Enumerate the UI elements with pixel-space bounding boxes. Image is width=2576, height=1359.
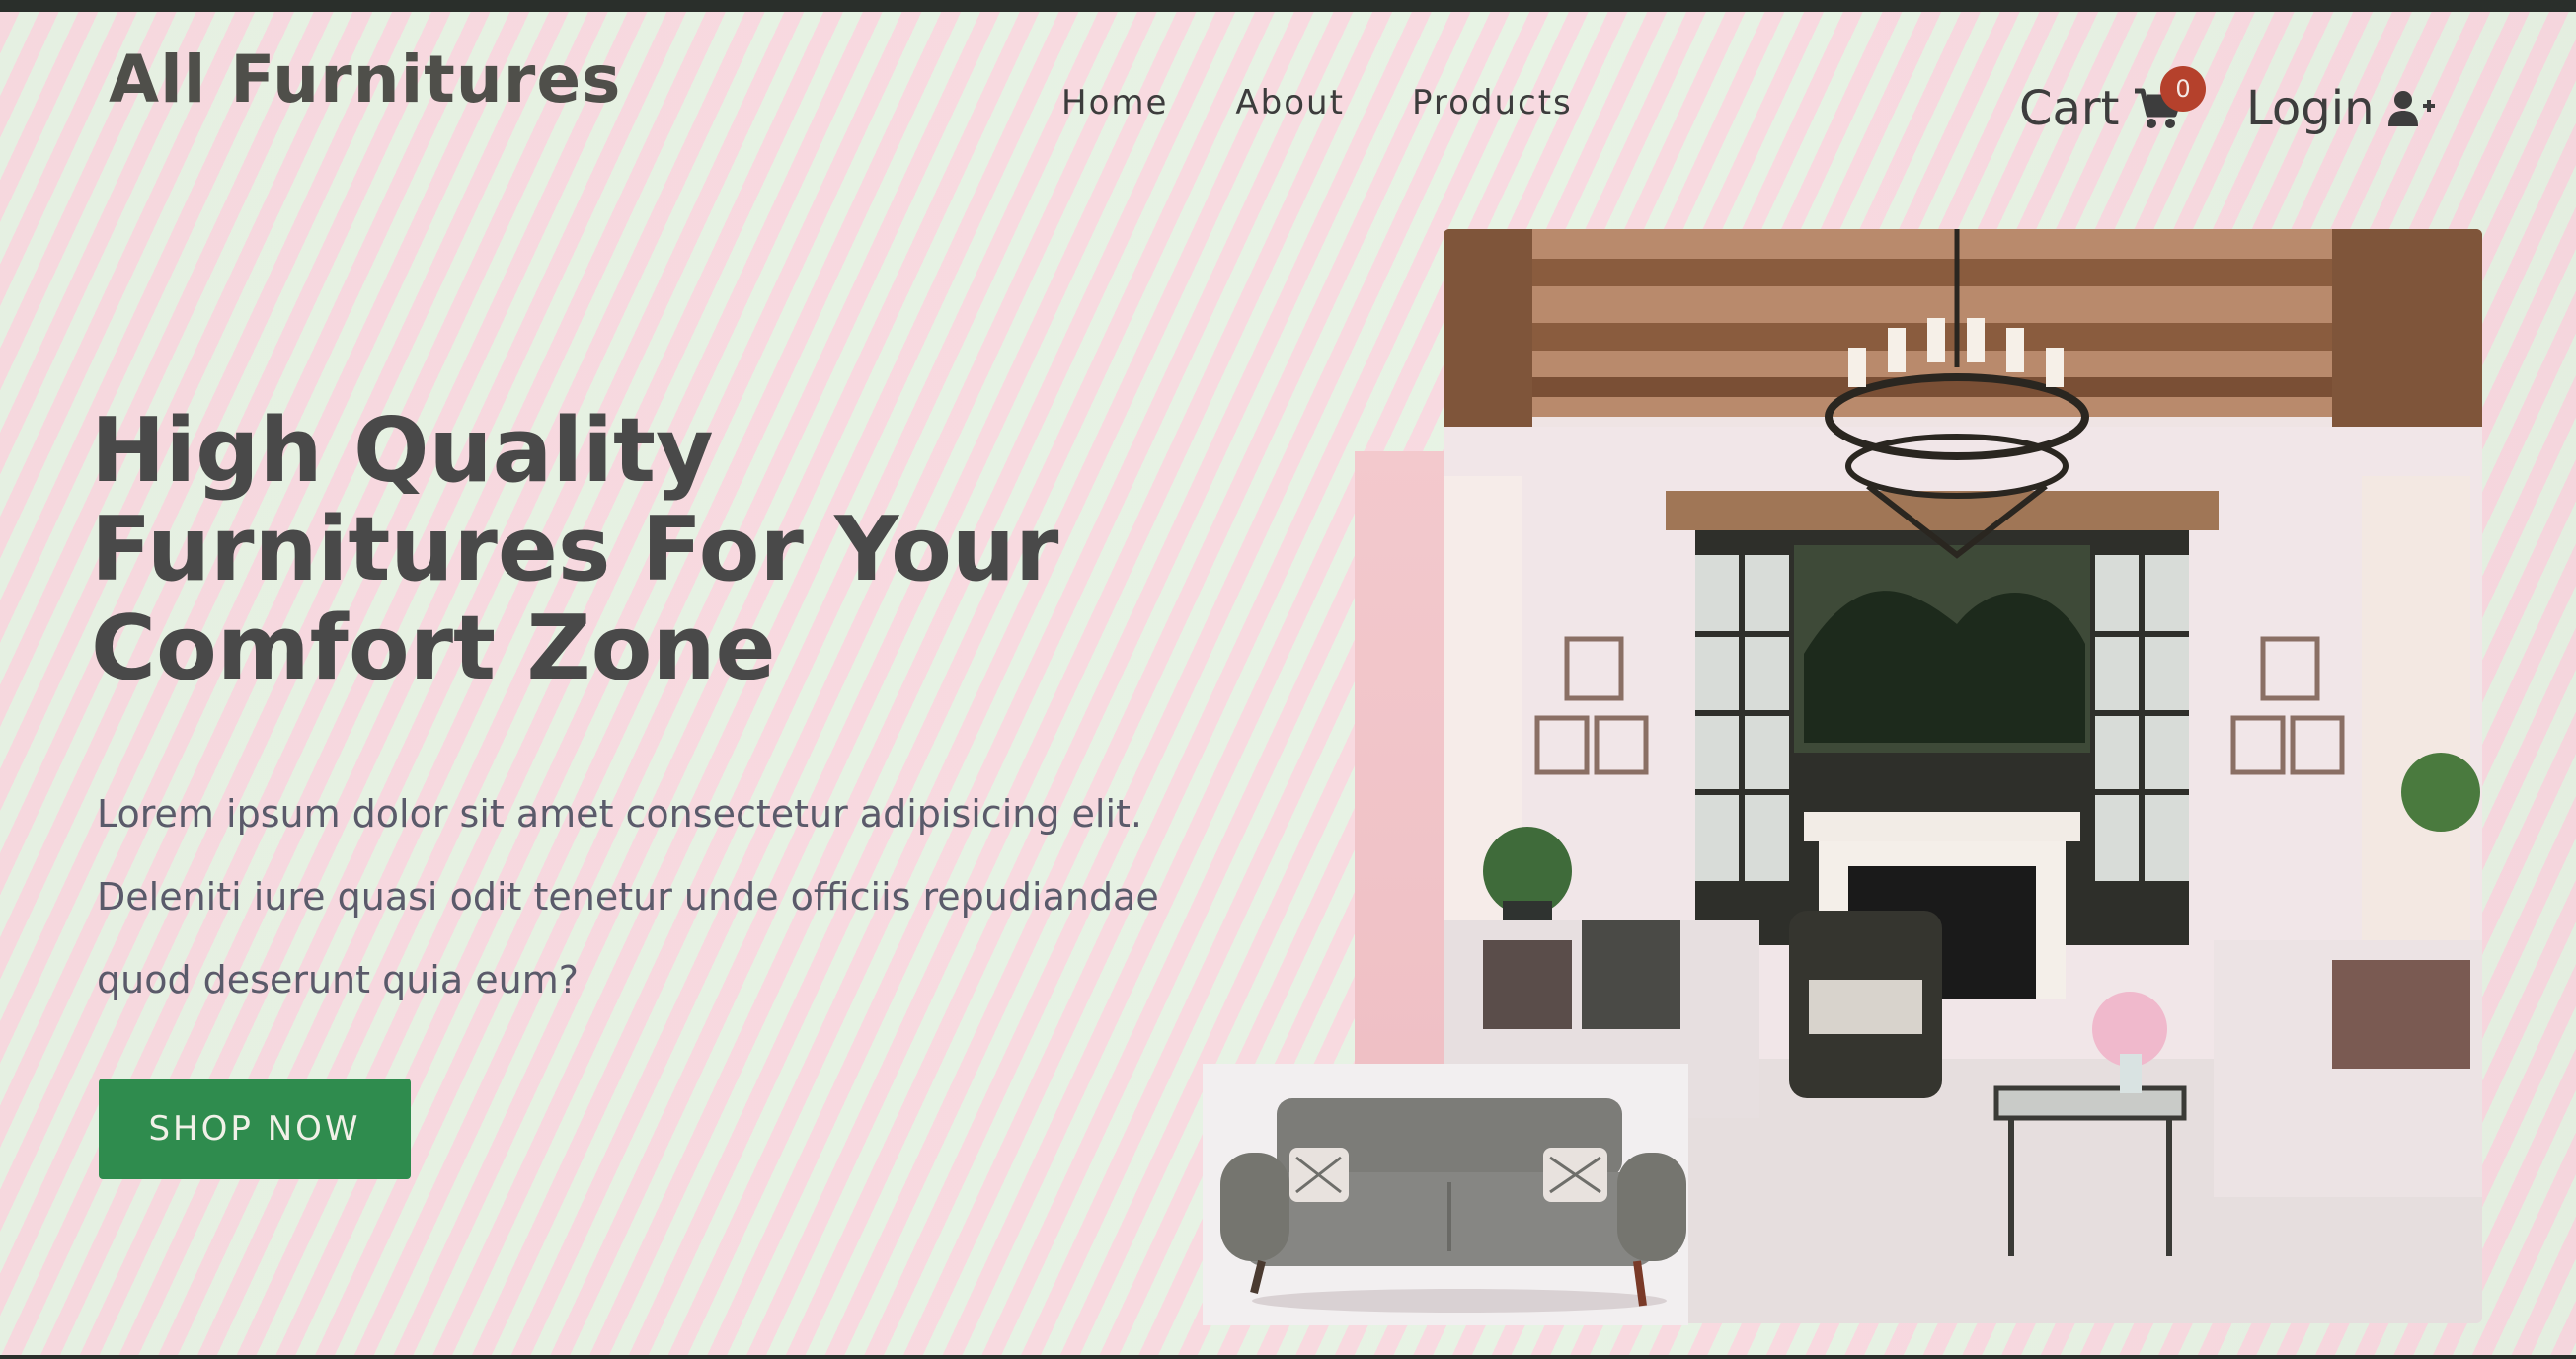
cart-count-badge: 0 (2160, 66, 2206, 112)
login-link[interactable]: Login (2246, 81, 2436, 136)
hero-title: High Quality Furnitures For Your Comfort… (91, 402, 1177, 698)
nav-home[interactable]: Home (1061, 83, 1168, 122)
sofa-image (1203, 1064, 1688, 1325)
hero-text-line: quod deserunt quia eum? (97, 958, 579, 1001)
hero-title-line: High Quality (91, 399, 714, 503)
main-nav: Home About Products (1061, 83, 1573, 122)
cart-label: Cart (2019, 81, 2120, 136)
hero-text-line: Deleniti iure quasi odit tenetur unde of… (97, 875, 1159, 919)
brand-logo[interactable]: All Furnitures (109, 41, 621, 118)
browser-viewport: All Furnitures Home About Products Cart … (0, 12, 2576, 1355)
login-label: Login (2246, 81, 2375, 136)
sofa-card (1203, 1064, 1688, 1325)
hero-text-line: Lorem ipsum dolor sit amet consectetur a… (97, 792, 1143, 836)
shop-now-button[interactable]: SHOP NOW (99, 1079, 411, 1179)
hero-description: Lorem ipsum dolor sit amet consectetur a… (97, 772, 1183, 1021)
nav-products[interactable]: Products (1412, 83, 1573, 122)
cart-link[interactable]: Cart (2019, 81, 2183, 136)
hero-title-line: Furnitures For Your (91, 498, 1059, 601)
hero-title-line: Comfort Zone (91, 597, 776, 700)
nav-about[interactable]: About (1235, 83, 1345, 122)
user-plus-icon (2387, 91, 2435, 126)
